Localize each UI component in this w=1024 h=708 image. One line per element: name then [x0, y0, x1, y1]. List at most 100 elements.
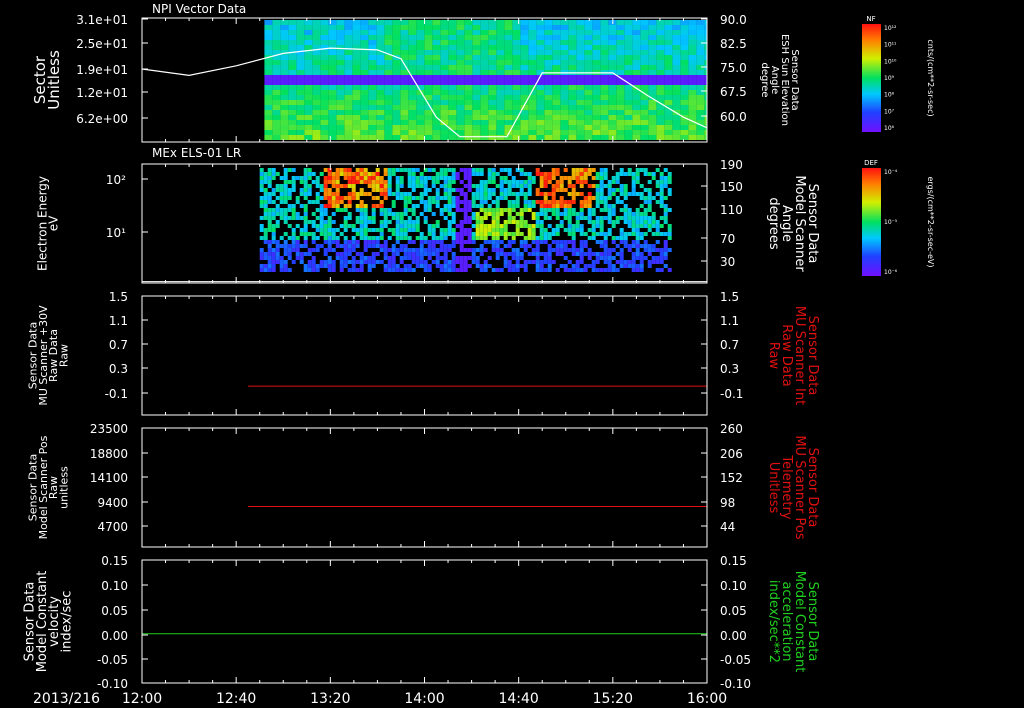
els-heat-cell — [423, 220, 428, 224]
els-heat-cell — [299, 232, 304, 236]
npi-heat-cell — [456, 65, 465, 70]
npi-heat-cell — [632, 125, 641, 130]
els-heat-cell — [527, 176, 532, 180]
npi-heat-cell — [528, 80, 537, 85]
els-heat-cell — [559, 252, 564, 256]
els-heat-cell — [583, 252, 588, 256]
els-heat-cell — [307, 172, 312, 176]
npi-heat-cell — [600, 100, 609, 105]
npi-heat-cell — [360, 20, 369, 25]
npi-heat-cell — [400, 70, 409, 75]
npi-heat-cell — [280, 20, 289, 25]
els-heat-cell — [355, 244, 360, 248]
els-heat-cell — [407, 268, 412, 272]
els-heat-cell — [287, 208, 292, 212]
npi-heat-cell — [376, 130, 385, 135]
els-heat-cell — [527, 180, 532, 184]
els-heat-cell — [647, 192, 652, 196]
npi-heat-cell — [440, 25, 449, 30]
els-heat-cell — [579, 204, 584, 208]
npi-heat-cell — [656, 125, 665, 130]
npi-heat-cell — [680, 90, 689, 95]
npi-heat-cell — [640, 20, 649, 25]
els-heat-cell — [491, 216, 496, 220]
els-heat-cell — [507, 252, 512, 256]
npi-heat-cell — [304, 120, 313, 125]
npi-heat-cell — [288, 40, 297, 45]
els-heat-cell — [495, 244, 500, 248]
els-heat-cell — [275, 252, 280, 256]
npi-heat-cell — [424, 80, 433, 85]
els-heat-cell — [419, 236, 424, 240]
els-heat-cell — [611, 188, 616, 192]
els-heat-cell — [271, 264, 276, 268]
els-heat-cell — [267, 264, 272, 268]
els-heat-cell — [595, 232, 600, 236]
els-heat-cell — [363, 180, 368, 184]
els-heat-cell — [423, 208, 428, 212]
npi-heat-cell — [280, 135, 289, 140]
els-heat-cell — [403, 204, 408, 208]
els-heat-cell — [659, 204, 664, 208]
npi-heat-cell — [488, 120, 497, 125]
els-heat-cell — [295, 216, 300, 220]
els-heat-cell — [295, 224, 300, 228]
npi-heat-cell — [488, 50, 497, 55]
els-heat-cell — [383, 180, 388, 184]
els-heat-cell — [259, 264, 264, 268]
npi-heat-cell — [296, 55, 305, 60]
els-heat-cell — [611, 236, 616, 240]
els-heat-cell — [423, 192, 428, 196]
els-heat-cell — [491, 172, 496, 176]
els-heat-cell — [259, 224, 264, 228]
els-heat-cell — [391, 264, 396, 268]
els-heat-cell — [335, 196, 340, 200]
npi-heat-cell — [536, 30, 545, 35]
npi-heat-cell — [328, 50, 337, 55]
els-heat-cell — [647, 204, 652, 208]
npi-heat-cell — [688, 45, 697, 50]
els-heat-cell — [607, 220, 612, 224]
els-heat-cell — [403, 196, 408, 200]
npi-heat-cell — [656, 25, 665, 30]
els-heat-cell — [303, 232, 308, 236]
els-heat-cell — [407, 240, 412, 244]
npi-heat-cell — [296, 95, 305, 100]
els-heat-cell — [483, 216, 488, 220]
npi-heat-cell — [360, 30, 369, 35]
y-right-tick-label: 98 — [720, 496, 735, 510]
els-heat-cell — [571, 236, 576, 240]
npi-heat-cell — [328, 20, 337, 25]
els-heat-cell — [571, 248, 576, 252]
npi-heat-cell — [568, 100, 577, 105]
els-heat-cell — [587, 196, 592, 200]
npi-heat-cell — [624, 100, 633, 105]
els-heat-cell — [471, 196, 476, 200]
els-heat-cell — [407, 248, 412, 252]
npi-heat-cell — [680, 80, 689, 85]
els-heat-cell — [455, 236, 460, 240]
els-heat-cell — [331, 204, 336, 208]
els-heat-cell — [623, 220, 628, 224]
els-heat-cell — [667, 208, 672, 212]
npi-heat-cell — [416, 120, 425, 125]
els-heat-cell — [287, 188, 292, 192]
els-heat-cell — [427, 228, 432, 232]
els-heat-cell — [631, 188, 636, 192]
npi-heat-cell — [616, 45, 625, 50]
els-heat-cell — [291, 180, 296, 184]
els-heat-cell — [543, 268, 548, 272]
els-heat-cell — [415, 196, 420, 200]
els-heat-cell — [567, 208, 572, 212]
els-heat-cell — [611, 192, 616, 196]
npi-heat-cell — [272, 35, 281, 40]
els-heat-cell — [327, 260, 332, 264]
els-heat-cell — [347, 168, 352, 172]
els-heat-cell — [423, 200, 428, 204]
els-heat-cell — [395, 216, 400, 220]
els-heat-cell — [331, 236, 336, 240]
els-heat-cell — [563, 216, 568, 220]
els-heat-cell — [499, 168, 504, 172]
els-heat-cell — [607, 248, 612, 252]
els-heat-cell — [539, 236, 544, 240]
